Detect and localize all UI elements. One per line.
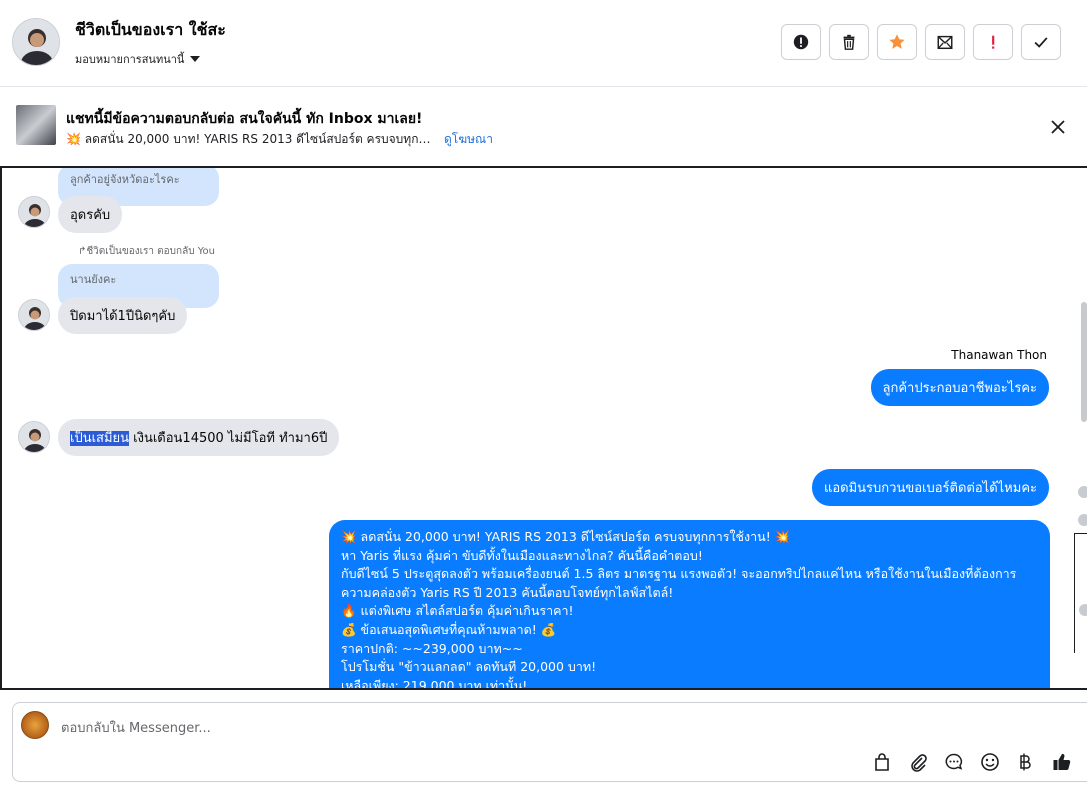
read-receipt-avatar bbox=[1079, 604, 1087, 616]
incoming-message[interactable]: ปิดมาได้1ปีนิดๆคับ bbox=[58, 297, 188, 334]
ad-reference-banner: แชทนี้มีข้อความตอบกลับต่อ สนใจคันนี้ ทัก… bbox=[0, 88, 1087, 166]
view-ad-link[interactable]: ดูโฆษณา bbox=[444, 130, 493, 149]
message-text: เงินเดือน14500 ไม่มีโอที ทำมา6ปี bbox=[129, 431, 328, 446]
trash-icon bbox=[843, 34, 855, 50]
paperclip-icon bbox=[911, 754, 927, 772]
star-button[interactable] bbox=[877, 24, 917, 60]
reply-input[interactable]: ตอบกลับใน Messenger... bbox=[61, 717, 211, 738]
incoming-message[interactable]: เป็นเสมียน เงินเดือน14500 ไม่มีโอที ทำมา… bbox=[58, 419, 340, 456]
mark-unread-button[interactable] bbox=[925, 24, 965, 60]
shop-button[interactable] bbox=[871, 751, 893, 773]
chat-bubble-icon bbox=[945, 753, 963, 770]
ad-thumbnail[interactable] bbox=[16, 105, 56, 145]
reply-label: ↱ชีวิตเป็นของเรา ตอบกลับ You bbox=[78, 246, 215, 257]
header-actions bbox=[781, 24, 1061, 60]
message-line: โปรโมชั่น "ข้าวแลกลด" ลดทันที 20,000 บาท… bbox=[341, 659, 597, 675]
spam-button[interactable] bbox=[973, 24, 1013, 60]
star-icon bbox=[889, 34, 905, 49]
selected-text[interactable]: เป็นเสมียน bbox=[70, 431, 130, 446]
message-line: ราคาปกติ: ~~239,000 บาท~~ bbox=[341, 640, 523, 656]
side-panel-edge bbox=[1074, 533, 1087, 653]
quoted-text: นานยังคะ bbox=[70, 273, 117, 286]
emoji-button[interactable] bbox=[979, 751, 1001, 773]
outgoing-message[interactable]: ลูกค้าประกอบอาชีพอะไรคะ bbox=[870, 369, 1049, 406]
baht-icon bbox=[1020, 753, 1031, 771]
like-button[interactable] bbox=[1051, 751, 1073, 773]
sender-name: Thanawan Thon bbox=[951, 348, 1047, 362]
composer-tools bbox=[871, 751, 1073, 773]
ad-title: แชทนี้มีข้อความตอบกลับต่อ สนใจคันนี้ ทัก… bbox=[66, 111, 423, 127]
info-button[interactable] bbox=[781, 24, 821, 60]
payment-button[interactable] bbox=[1015, 751, 1037, 773]
page-avatar bbox=[21, 711, 49, 739]
ad-subtitle-row: 💥 ลดสนั่น 20,000 บาท! YARIS RS 2013 ดีไซ… bbox=[66, 130, 493, 149]
contact-avatar-small bbox=[18, 421, 50, 453]
conversation-header: ชีวิตเป็นของเรา ใช้สะ มอบหมายการสนทนานี้ bbox=[0, 0, 1087, 87]
done-button[interactable] bbox=[1021, 24, 1061, 60]
info-icon bbox=[793, 34, 809, 50]
emoji-icon bbox=[981, 753, 999, 771]
message-line: 🔥 แต่งพิเศษ สไตล์สปอร์ต คุ้มค่าเกินราคา! bbox=[341, 603, 574, 619]
saved-replies-button[interactable] bbox=[943, 751, 965, 773]
quoted-text: ลูกค้าอยู่จังหวัดอะไรคะ bbox=[70, 173, 180, 186]
message-line: 💰 ข้อเสนอสุดพิเศษที่คุณห้ามพลาด! 💰 bbox=[341, 621, 557, 637]
assign-label: มอบหมายการสนทนานี้ bbox=[75, 53, 185, 66]
bag-icon bbox=[875, 753, 889, 771]
read-receipt-avatar bbox=[1078, 486, 1087, 498]
contact-avatar[interactable] bbox=[12, 18, 60, 66]
contact-avatar-small bbox=[18, 299, 50, 331]
checkmark-icon bbox=[1034, 37, 1048, 48]
attach-button[interactable] bbox=[907, 751, 929, 773]
message-line: หา Yaris ที่แรง คุ้มค่า ขับดีทั้งในเมือง… bbox=[341, 547, 703, 563]
reply-composer: ตอบกลับใน Messenger... bbox=[12, 702, 1087, 782]
message-line: 💥 ลดสนั่น 20,000 บาท! YARIS RS 2013 ดีไซ… bbox=[341, 529, 791, 544]
spam-icon bbox=[992, 35, 995, 49]
incoming-message[interactable]: อุดรคับ bbox=[58, 196, 123, 233]
outgoing-message[interactable]: แอดมินรบกวนขอเบอร์ติดต่อได้ไหมคะ bbox=[811, 469, 1049, 506]
ad-subtitle: 💥 ลดสนั่น 20,000 บาท! YARIS RS 2013 ดีไซ… bbox=[66, 132, 436, 146]
mark-unread-icon bbox=[937, 35, 953, 50]
delete-button[interactable] bbox=[829, 24, 869, 60]
message-line: กับดีไซน์ 5 ประตูสุดลงตัว พร้อมเครื่องยน… bbox=[341, 566, 1017, 600]
message-line: เหลือเพียง: 219,000 บาท เท่านั้น! bbox=[341, 677, 528, 690]
caret-down-icon bbox=[190, 56, 201, 62]
assign-conversation-dropdown[interactable]: มอบหมายการสนทนานี้ bbox=[75, 50, 201, 68]
message-thread[interactable]: ลูกค้าอยู่จังหวัดอะไรคะ อุดรคับ ↱ชีวิตเป… bbox=[0, 166, 1087, 690]
read-receipt-avatar bbox=[1078, 514, 1087, 526]
contact-name[interactable]: ชีวิตเป็นของเรา ใช้สะ bbox=[75, 18, 226, 43]
thread-scrollbar[interactable] bbox=[1081, 302, 1087, 422]
close-icon[interactable] bbox=[1049, 118, 1067, 136]
outgoing-ad-message[interactable]: 💥 ลดสนั่น 20,000 บาท! YARIS RS 2013 ดีไซ… bbox=[329, 520, 1050, 690]
contact-avatar-small bbox=[18, 196, 50, 228]
thumbs-up-icon bbox=[1053, 753, 1071, 771]
